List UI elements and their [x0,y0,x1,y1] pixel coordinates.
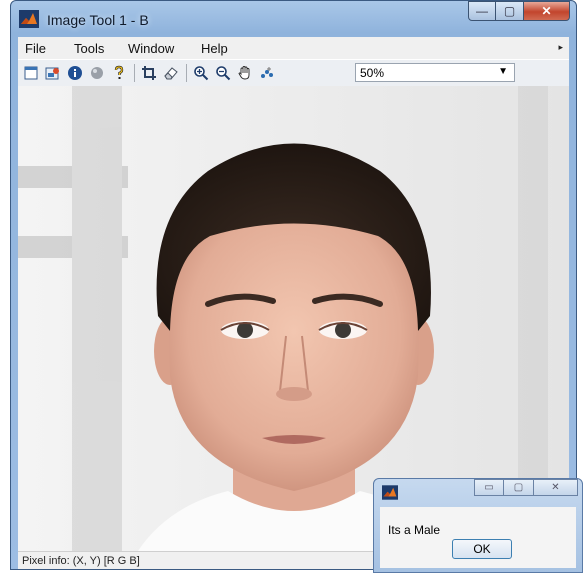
menu-window[interactable]: Window [128,41,174,56]
zoom-out-icon [216,66,231,81]
dialog-client-area: Its a Male OK [380,507,576,568]
minimize-icon: ▭ [484,482,494,493]
new-figure-button[interactable] [22,64,40,82]
help-icon [114,65,124,79]
crop-button[interactable] [140,64,158,82]
maximize-button[interactable]: ▢ [496,1,524,21]
dialog-message: Its a Male [388,523,441,537]
maximize-icon: ▢ [503,4,516,18]
maximize-icon: ▢ [513,482,524,493]
info-button[interactable] [66,64,84,82]
dialog-minimize-button[interactable]: ▭ [474,479,504,496]
zoom-level-value: 50% [360,66,385,80]
minimize-button[interactable]: — [468,1,496,21]
menu-overflow-icon[interactable]: ▸ [558,42,563,53]
pan-button[interactable] [236,64,254,82]
data-cursor-icon [261,67,273,78]
menu-file[interactable]: File [25,41,46,56]
minimize-icon: — [476,4,488,18]
zoom-in-button[interactable] [192,64,210,82]
zoom-level-select[interactable]: 50% ▼ [355,63,515,82]
window-title: Image Tool 1 - B [47,12,149,28]
circle-icon [91,67,103,79]
menu-tools[interactable]: Tools [74,41,104,56]
menu-bar: File Tools Window Help ▸ [18,37,569,59]
zoom-in-icon [194,66,209,81]
menu-help[interactable]: Help [201,41,228,56]
pan-hand-icon [238,66,250,80]
info-icon [68,66,82,80]
close-icon: ✕ [551,482,560,493]
pixel-info-text: Pixel info: (X, Y) [R G B] [22,555,140,567]
export-button[interactable] [44,64,62,82]
message-dialog: ▭ ▢ ✕ Its a Male OK [373,478,583,573]
dialog-maximize-button[interactable]: ▢ [504,479,534,496]
zoom-out-button[interactable] [214,64,232,82]
export-icon [45,67,59,80]
circle-button[interactable] [88,64,106,82]
matlab-logo-icon [19,10,39,28]
help-button[interactable] [110,64,128,82]
toolbar: 50% ▼ [18,59,569,87]
title-bar[interactable]: Image Tool 1 - B — ▢ ✕ [11,1,576,37]
eraser-icon [164,67,178,80]
eraser-button[interactable] [162,64,180,82]
close-icon: ✕ [541,4,552,18]
new-figure-icon [24,66,38,80]
data-cursor-button[interactable] [258,64,276,82]
chevron-down-icon: ▼ [498,66,508,77]
toolbar-separator [134,64,135,82]
crop-icon [142,66,156,80]
matlab-logo-icon [382,485,398,500]
close-button[interactable]: ✕ [524,1,570,21]
toolbar-separator [186,64,187,82]
dialog-close-button[interactable]: ✕ [534,479,578,496]
ok-button[interactable]: OK [452,539,512,559]
